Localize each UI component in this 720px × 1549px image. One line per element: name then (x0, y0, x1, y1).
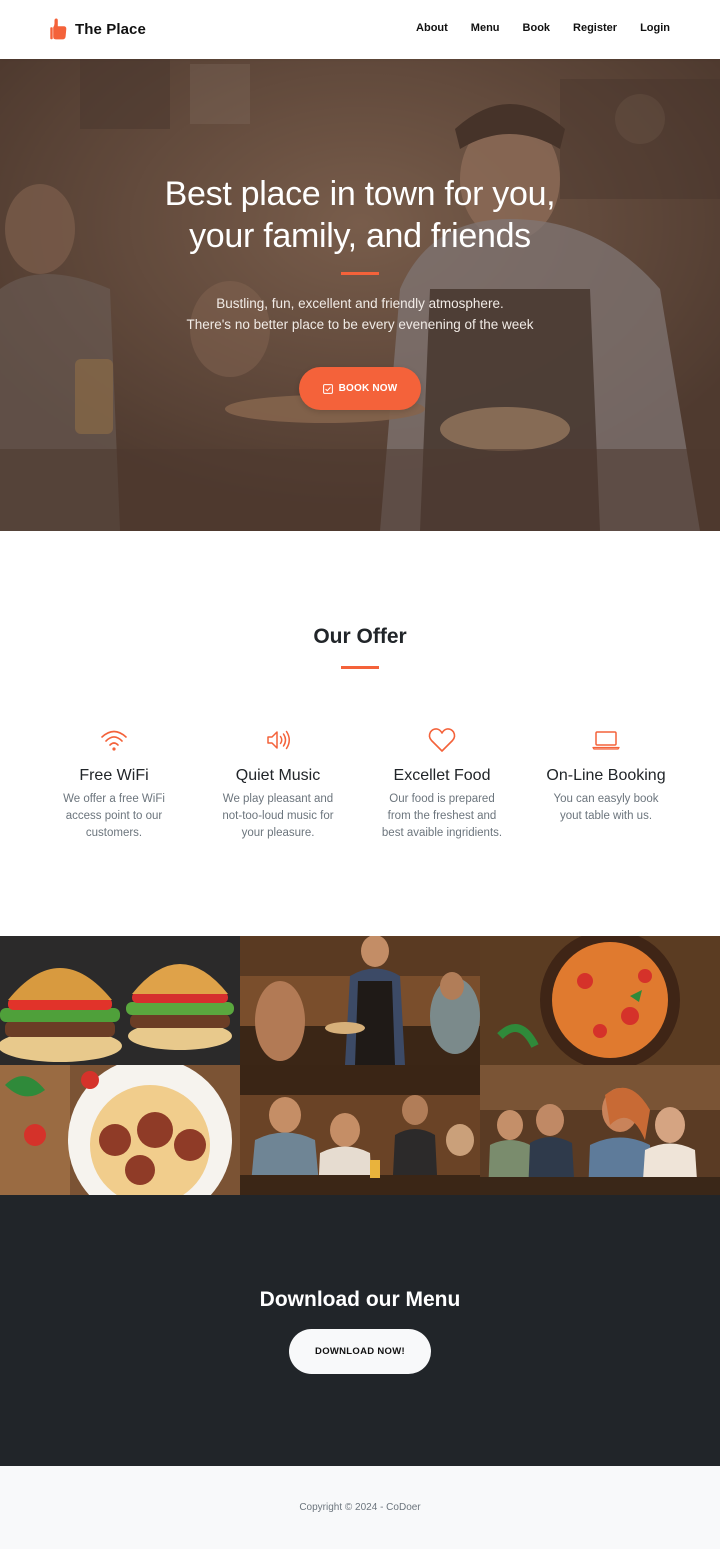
gallery-tile-bar[interactable] (480, 1065, 720, 1195)
offer-divider (341, 666, 379, 669)
wifi-icon (101, 730, 127, 751)
gallery-tile-friends[interactable] (240, 1065, 480, 1195)
nav-link-book[interactable]: Book (523, 22, 551, 34)
hero-divider (341, 272, 379, 275)
download-now-button[interactable]: DOWNLOAD NOW! (289, 1329, 431, 1374)
thumbs-up-icon (50, 18, 67, 40)
offer-desc-line: We play pleasant and (222, 793, 334, 805)
offer-desc-line: yout table with us. (559, 810, 653, 822)
hero-subtitle-line1: Bustling, fun, excellent and friendly at… (216, 296, 504, 311)
gallery-tile-waiter[interactable] (240, 936, 480, 1065)
hero-title: Best place in town for you, your family,… (110, 173, 610, 257)
offer-desc-line: best avaible ingridients. (381, 827, 503, 839)
offer-section: Our Offer Free WiFi We offer a free WiFi… (0, 531, 720, 936)
brand-link[interactable]: The Place (50, 18, 146, 40)
hero-section: Best place in town for you, your family,… (0, 59, 720, 531)
hero-title-line2: your family, and friends (189, 217, 531, 255)
offer-card-music: Quiet Music We play pleasant and not-too… (196, 725, 360, 842)
burgers-photo (0, 936, 240, 1065)
nav-links: About Menu Book Register Login (393, 22, 670, 34)
nav-link-about[interactable]: About (416, 22, 448, 34)
hero-subtitle: Bustling, fun, excellent and friendly at… (110, 293, 610, 335)
offer-desc-line: not-too-loud music for (222, 810, 334, 822)
brand-name: The Place (75, 20, 146, 38)
download-title: Download our Menu (259, 1288, 461, 1311)
gallery-tile-meatballs[interactable] (0, 1065, 240, 1195)
offer-card-booking: On-Line Booking You can easyly book yout… (524, 725, 688, 825)
nav-link-login[interactable]: Login (640, 22, 670, 34)
download-section: Download our Menu DOWNLOAD NOW! (0, 1195, 720, 1466)
copyright-text: Copyright © 2024 - CoDoer (299, 1502, 421, 1513)
book-now-button[interactable]: BOOK NOW (299, 367, 421, 410)
offer-desc-line: customers. (85, 827, 143, 839)
penne-pasta-photo (480, 936, 720, 1065)
navbar: The Place About Menu Book Register Login (0, 0, 720, 59)
offer-card-desc: We play pleasant and not-too-loud music … (196, 791, 360, 842)
volume-icon (267, 730, 290, 750)
offer-desc-line: your pleasure. (241, 827, 315, 839)
offer-card-title: Excellet Food (393, 767, 491, 784)
pasta-meatballs-photo (0, 1065, 240, 1195)
offer-card-food: Excellet Food Our food is prepared from … (360, 725, 524, 842)
heart-icon (428, 728, 456, 752)
photo-gallery (0, 936, 720, 1195)
offer-title: Our Offer (313, 625, 407, 648)
offer-card-desc: You can easyly book yout table with us. (524, 791, 688, 825)
offer-card-title: On-Line Booking (546, 767, 666, 784)
offer-card-desc: We offer a free WiFi access point to our… (32, 791, 196, 842)
offer-desc-line: access point to our (65, 810, 163, 822)
gallery-tile-burgers[interactable] (0, 936, 240, 1065)
offer-card-title: Quiet Music (235, 767, 321, 784)
offer-desc-line: We offer a free WiFi (63, 793, 165, 805)
laptop-icon (592, 731, 620, 750)
footer: Copyright © 2024 - CoDoer (0, 1466, 720, 1549)
book-now-label: BOOK NOW (338, 383, 398, 394)
calendar-check-icon (322, 383, 333, 394)
offer-card-desc: Our food is prepared from the freshest a… (360, 791, 524, 842)
hero-subtitle-line2: There's no better place to be every even… (186, 317, 534, 332)
hero-content: Best place in town for you, your family,… (0, 59, 720, 531)
nav-link-menu[interactable]: Menu (471, 22, 500, 34)
offer-desc-line: from the freshest and (387, 810, 497, 822)
offer-desc-line: You can easyly book (553, 793, 659, 805)
waiter-serving-photo (240, 936, 480, 1065)
friends-dining-photo (240, 1065, 480, 1195)
gallery-tile-penne[interactable] (480, 936, 720, 1065)
friends-at-bar-photo (480, 1065, 720, 1195)
offer-card-wifi: Free WiFi We offer a free WiFi access po… (32, 725, 196, 842)
hero-title-line1: Best place in town for you, (164, 175, 556, 213)
offer-card-title: Free WiFi (79, 767, 149, 784)
nav-link-register[interactable]: Register (573, 22, 617, 34)
offer-desc-line: Our food is prepared (389, 793, 495, 805)
